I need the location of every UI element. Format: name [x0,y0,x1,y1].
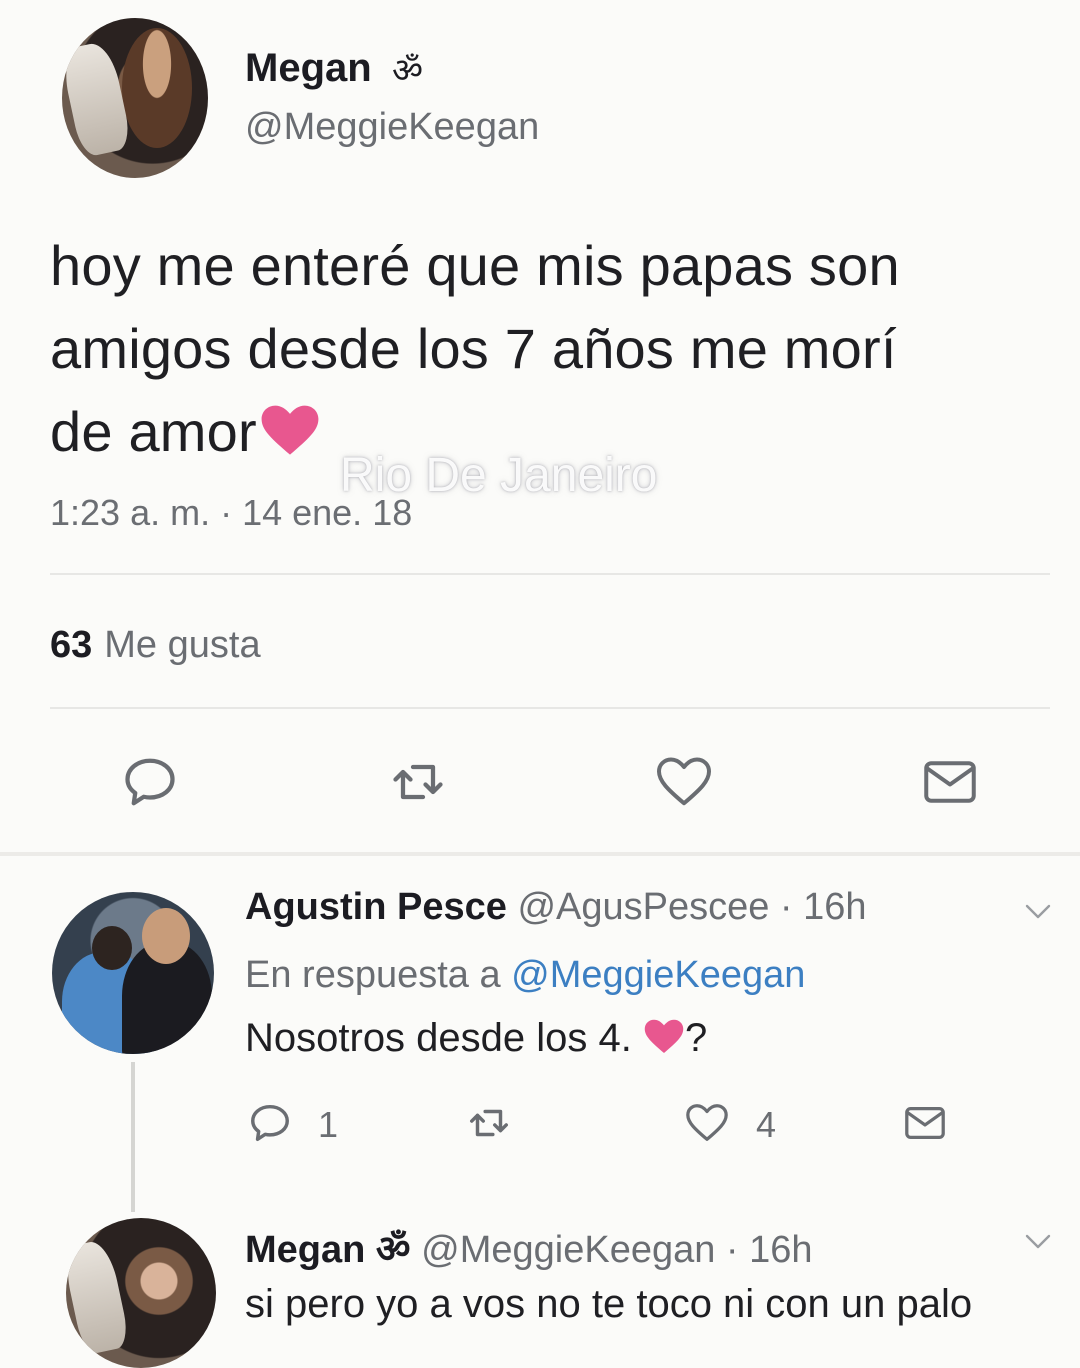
reply-text-suffix: ? [685,1016,708,1060]
tweet-timestamp[interactable]: 1:23 a. m. · 14 ene. 18 [50,492,412,534]
section-separator [0,852,1080,856]
thread-line [131,1062,135,1212]
like-icon[interactable] [684,1100,730,1146]
divider [50,573,1050,575]
chevron-down-icon[interactable] [1024,1232,1052,1252]
retweet-icon[interactable] [388,752,448,812]
reply-text: Nosotros desde los 4. ? [245,1016,707,1061]
reply-count: 1 [318,1104,339,1145]
reply-author-name[interactable]: Agustin Pesce [245,886,507,928]
nested-author-name-emoji: ॐ [375,1229,411,1271]
reply-text-body: Nosotros desde los 4. [245,1016,632,1060]
avatar-head-1 [92,926,132,970]
nested-reply-header: Megan ॐ @MeggieKeegan · 16h [245,1222,813,1274]
tweet-text-line-1: hoy me enteré que mis papas son [50,234,900,297]
avatar-head-2 [142,908,190,964]
reply-icon[interactable] [120,752,180,812]
likes-label: Me gusta [104,624,261,666]
direct-message-icon[interactable] [902,1100,948,1146]
heart-emoji-icon [259,396,321,455]
nested-reply-text: si pero yo a vos no te toco ni con un pa… [245,1282,973,1326]
nested-author-name[interactable]: Megan [245,1229,365,1271]
reply-avatar[interactable] [52,892,214,1054]
avatar-hair [122,28,192,148]
reply-to-prefix: En respuesta a [245,954,501,996]
avatar[interactable] [62,18,208,178]
reply-to-mention[interactable]: @MeggieKeegan [511,954,805,996]
direct-message-icon[interactable] [920,752,980,812]
likes-count[interactable]: 63 Me gusta [50,624,261,667]
avatar-horse [62,39,133,159]
reply-to-line: En respuesta a @MeggieKeegan [245,954,805,997]
tweet-text: hoy me enteré que mis papas son amigos d… [50,224,1050,473]
like-count: 4 [756,1104,777,1145]
divider [50,707,1050,709]
likes-number: 63 [50,624,93,666]
tweet-text-line-2: amigos desde los 7 años me morí [50,317,897,380]
reply-icon[interactable] [247,1100,293,1146]
reply-author-handle-time[interactable]: @AgusPescee · 16h [517,886,866,928]
heart-emoji-icon [643,1018,685,1054]
retweet-icon[interactable] [466,1100,512,1146]
reply-header: Agustin Pesce @AgusPescee · 16h [245,886,867,929]
like-icon[interactable] [654,752,714,812]
chevron-down-icon[interactable] [1024,902,1052,922]
nested-author-handle-time[interactable]: @MeggieKeegan · 16h [421,1229,812,1271]
author-name[interactable]: Megan [245,46,372,91]
tweet-text-line-3-text: de amor [50,400,257,463]
nested-reply-avatar[interactable] [66,1218,216,1368]
author-name-emoji: ॐ [392,52,424,90]
author-handle[interactable]: @MeggieKeegan [245,106,539,149]
avatar-horse [66,1238,131,1356]
